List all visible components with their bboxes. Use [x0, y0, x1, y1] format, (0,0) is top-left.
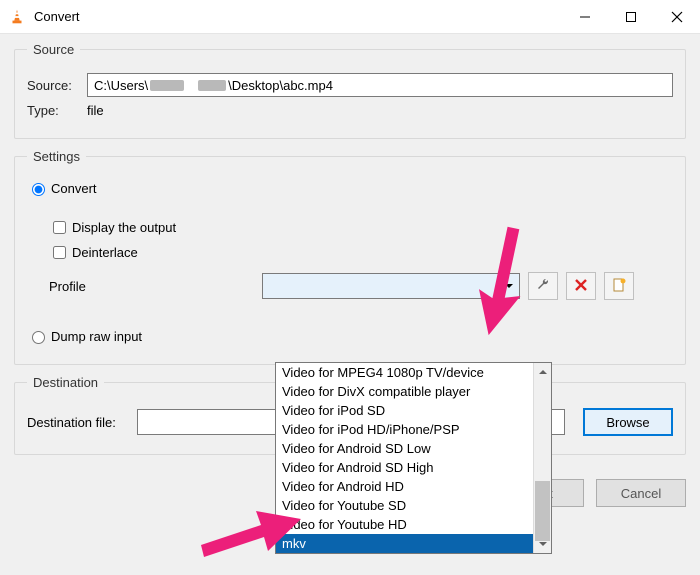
convert-radio-input[interactable]: [32, 183, 45, 196]
scroll-track[interactable]: [534, 381, 551, 535]
wrench-icon: [535, 277, 551, 296]
maximize-button[interactable]: [608, 1, 654, 33]
browse-button-label: Browse: [606, 415, 649, 430]
scroll-down-icon[interactable]: [534, 535, 551, 553]
window-title: Convert: [34, 9, 80, 24]
scroll-thumb[interactable]: [535, 481, 550, 541]
source-path-suffix: \Desktop\abc.mp4: [228, 78, 333, 93]
dropdown-item[interactable]: mkv: [276, 534, 533, 553]
dropdown-item[interactable]: Video for Android SD High: [276, 458, 533, 477]
cancel-button[interactable]: Cancel: [596, 479, 686, 507]
destination-file-label: Destination file:: [27, 415, 137, 430]
settings-legend: Settings: [27, 149, 86, 164]
deinterlace-checkbox-input[interactable]: [53, 246, 66, 259]
convert-radio-label: Convert: [51, 181, 97, 196]
dropdown-item[interactable]: Video for Android SD Low: [276, 439, 533, 458]
display-output-checkbox[interactable]: Display the output: [49, 218, 673, 237]
browse-button[interactable]: Browse: [583, 408, 673, 436]
source-group: Source Source: C:\Users\ \Desktop\abc.mp…: [14, 42, 686, 139]
type-label: Type:: [27, 103, 87, 118]
dropdown-item[interactable]: Video for iPod HD/iPhone/PSP: [276, 420, 533, 439]
type-value: file: [87, 103, 104, 118]
source-path-prefix: C:\Users\: [94, 78, 148, 93]
deinterlace-label: Deinterlace: [72, 245, 138, 260]
display-output-checkbox-input[interactable]: [53, 221, 66, 234]
new-profile-button[interactable]: [604, 272, 634, 300]
display-output-label: Display the output: [72, 220, 176, 235]
dropdown-item[interactable]: Video for Youtube SD: [276, 496, 533, 515]
chevron-down-icon[interactable]: [499, 274, 519, 298]
title-bar: Convert: [0, 0, 700, 34]
source-label: Source:: [27, 78, 87, 93]
redacted-segment: [198, 80, 226, 91]
dump-raw-radio-input[interactable]: [32, 331, 45, 344]
delete-profile-button[interactable]: [566, 272, 596, 300]
source-path-input[interactable]: C:\Users\ \Desktop\abc.mp4: [87, 73, 673, 97]
vlc-cone-icon: [8, 8, 26, 26]
profile-combobox[interactable]: [262, 273, 520, 299]
minimize-button[interactable]: [562, 1, 608, 33]
convert-radio[interactable]: Convert: [27, 180, 673, 196]
new-document-icon: [611, 277, 627, 296]
dropdown-item[interactable]: Video for iPod SD: [276, 401, 533, 420]
edit-profile-button[interactable]: [528, 272, 558, 300]
x-icon: [574, 278, 588, 295]
close-button[interactable]: [654, 1, 700, 33]
dump-raw-radio[interactable]: Dump raw input: [27, 328, 673, 344]
profile-label: Profile: [27, 279, 262, 294]
destination-legend: Destination: [27, 375, 104, 390]
dropdown-item[interactable]: Video for Youtube HD: [276, 515, 533, 534]
source-legend: Source: [27, 42, 80, 57]
scroll-up-icon[interactable]: [534, 363, 551, 381]
settings-group: Settings Convert Display the output Dein…: [14, 149, 686, 365]
dropdown-scrollbar[interactable]: [533, 363, 551, 553]
dump-raw-label: Dump raw input: [51, 329, 142, 344]
deinterlace-checkbox[interactable]: Deinterlace: [49, 243, 673, 262]
dropdown-item[interactable]: Video for DivX compatible player: [276, 382, 533, 401]
cancel-button-label: Cancel: [621, 486, 661, 501]
redacted-segment: [150, 80, 184, 91]
profile-dropdown-list[interactable]: Video for MPEG4 1080p TV/deviceVideo for…: [275, 362, 552, 554]
dropdown-item[interactable]: Video for Android HD: [276, 477, 533, 496]
dropdown-item[interactable]: Video for MPEG4 1080p TV/device: [276, 363, 533, 382]
